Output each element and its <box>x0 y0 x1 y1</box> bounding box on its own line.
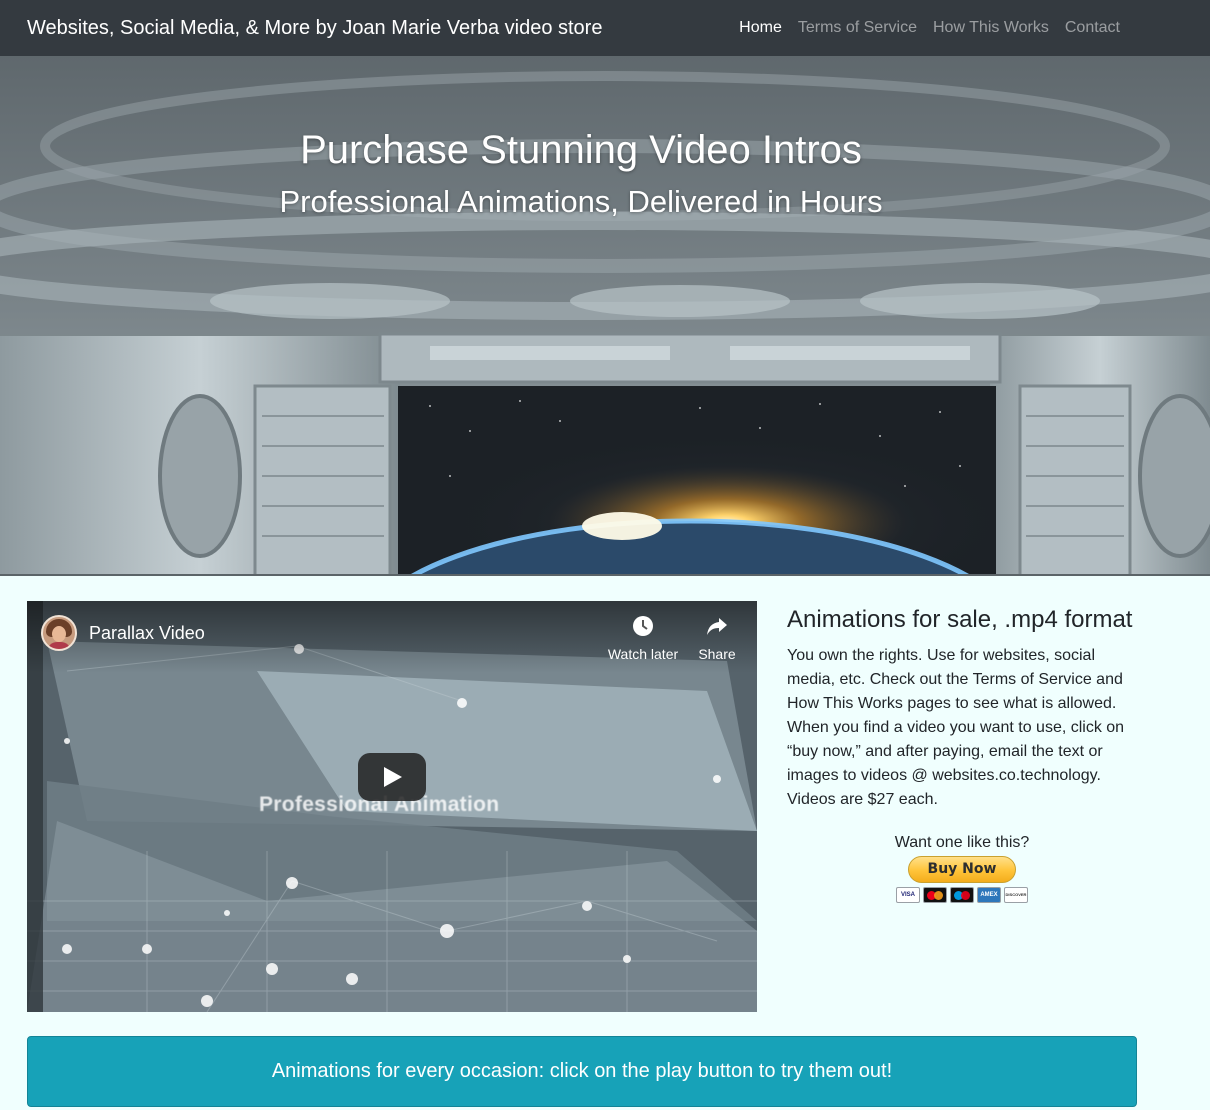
nav-link-home[interactable]: Home <box>731 19 790 37</box>
nav-link-terms-of-service[interactable]: Terms of Service <box>790 19 925 37</box>
nav-links: Home Terms of Service How This Works Con… <box>731 19 1128 37</box>
maestro-card-icon <box>950 887 974 903</box>
video-title[interactable]: Parallax Video <box>89 623 205 644</box>
embedded-video-player[interactable]: Parallax Video Watch later Share Profess… <box>27 601 757 1012</box>
site-brand-link[interactable]: Websites, Social Media, & More by Joan M… <box>27 17 602 40</box>
hero-title: Purchase Stunning Video Intros <box>300 128 862 172</box>
product-heading: Animations for sale, .mp4 format <box>787 606 1133 633</box>
payment-card-logos: VISA AMEX DISCOVER <box>857 887 1067 903</box>
visa-card-icon: VISA <box>896 887 920 903</box>
discover-card-icon: DISCOVER <box>1004 887 1028 903</box>
clock-icon <box>603 615 683 640</box>
paypal-buy-box: Want one like this? Buy Now VISA AMEX DI… <box>857 834 1067 903</box>
channel-avatar[interactable] <box>41 615 77 651</box>
info-alert-banner: Animations for every occasion: click on … <box>27 1036 1137 1107</box>
product-description: Animations for sale, .mp4 format You own… <box>787 606 1147 812</box>
want-one-label: Want one like this? <box>894 834 1030 851</box>
share-icon <box>677 615 757 640</box>
play-button[interactable] <box>358 753 426 801</box>
share-label: Share <box>698 646 736 662</box>
amex-card-icon: AMEX <box>977 887 1001 903</box>
top-navbar: Websites, Social Media, & More by Joan M… <box>0 0 1210 56</box>
hero-banner: Purchase Stunning Video Intros Professio… <box>0 56 1210 576</box>
buy-now-button[interactable]: Buy Now <box>908 856 1016 883</box>
hero-subtitle: Professional Animations, Delivered in Ho… <box>279 184 883 219</box>
share-button[interactable]: Share <box>677 615 757 662</box>
product-body-text: You own the rights. Use for websites, so… <box>787 647 1125 808</box>
nav-link-how-this-works[interactable]: How This Works <box>925 19 1057 37</box>
watch-later-button[interactable]: Watch later <box>603 615 683 662</box>
play-icon <box>384 767 402 787</box>
mastercard-card-icon <box>923 887 947 903</box>
watch-later-label: Watch later <box>607 646 679 662</box>
nav-link-contact[interactable]: Contact <box>1057 19 1128 37</box>
